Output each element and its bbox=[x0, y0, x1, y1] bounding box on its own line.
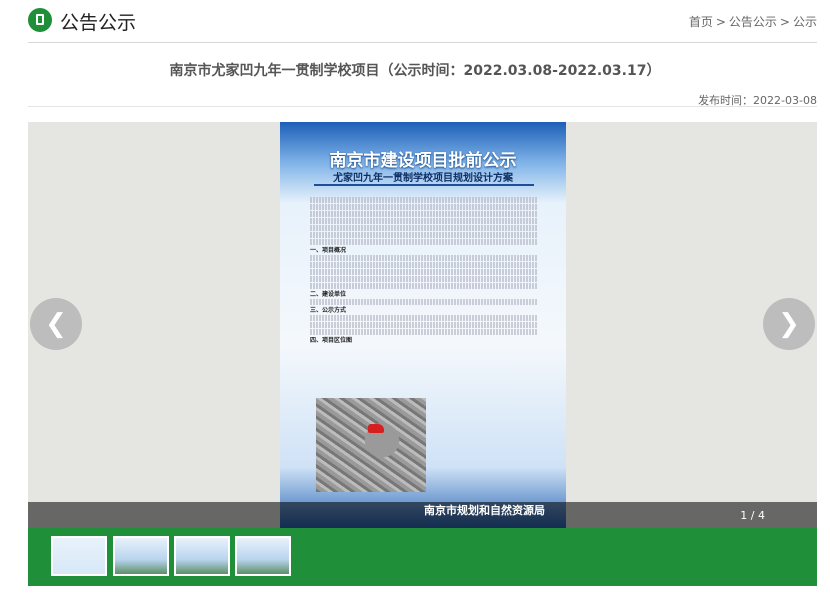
slide-section-heading: 二、建设单位 bbox=[310, 291, 347, 298]
chevron-left-icon: ❮ bbox=[45, 309, 67, 339]
thumbnail-4[interactable] bbox=[235, 536, 291, 576]
thumbnail-1[interactable] bbox=[51, 536, 107, 576]
slide-section-heading: 一、项目概况 bbox=[310, 247, 347, 254]
slide-counter: 1 / 4 bbox=[740, 509, 765, 522]
breadcrumb-home[interactable]: 首页 bbox=[689, 15, 713, 29]
slide-body: 一、项目概况 二、建设单位 三、公示方式 四、项目区位图 bbox=[310, 196, 538, 344]
breadcrumb-separator: > bbox=[779, 15, 790, 29]
prev-slide-button[interactable]: ❮ bbox=[30, 298, 82, 350]
article-title: 南京市尤家凹九年一贯制学校项目（公示时间：2022.03.08-2022.03.… bbox=[169, 63, 661, 79]
breadcrumb-separator: > bbox=[715, 15, 726, 29]
chevron-right-icon: ❯ bbox=[778, 309, 800, 339]
announcement-logo-icon bbox=[28, 8, 52, 32]
project-site-marker bbox=[368, 424, 384, 433]
slide-title: 南京市建设项目批前公示 bbox=[329, 151, 517, 171]
slide-image[interactable]: 南京市建设项目批前公示 尤家凹九年一贯制学校项目规划设计方案 一、项目概况 二、… bbox=[280, 122, 566, 528]
slide-footer-org: 南京市规划和自然资源局 bbox=[424, 504, 545, 517]
caption-bar bbox=[28, 502, 817, 528]
next-slide-button[interactable]: ❯ bbox=[763, 298, 815, 350]
breadcrumb-announcements[interactable]: 公告公示 bbox=[729, 15, 777, 29]
slide-subtitle: 尤家凹九年一贯制学校项目规划设计方案 bbox=[333, 173, 513, 184]
thumbnail-3[interactable] bbox=[174, 536, 230, 576]
slide-section-heading: 四、项目区位图 bbox=[310, 337, 353, 344]
divider bbox=[28, 106, 817, 107]
breadcrumb-current: 公示 bbox=[792, 15, 817, 29]
image-viewer: 南京市建设项目批前公示 尤家凹九年一贯制学校项目规划设计方案 一、项目概况 二、… bbox=[28, 122, 817, 528]
thumbnail-2[interactable] bbox=[113, 536, 169, 576]
location-map-image bbox=[316, 398, 426, 492]
page-header: 公告公示 首页 > 公告公示 > 公示 bbox=[28, 0, 817, 43]
thumbnail-strip bbox=[28, 528, 817, 586]
page-heading: 公告公示 bbox=[60, 12, 137, 34]
breadcrumb: 首页 > 公告公示 > 公示 bbox=[689, 13, 817, 30]
slide-section-heading: 三、公示方式 bbox=[310, 307, 347, 314]
slide-divider bbox=[314, 184, 534, 186]
